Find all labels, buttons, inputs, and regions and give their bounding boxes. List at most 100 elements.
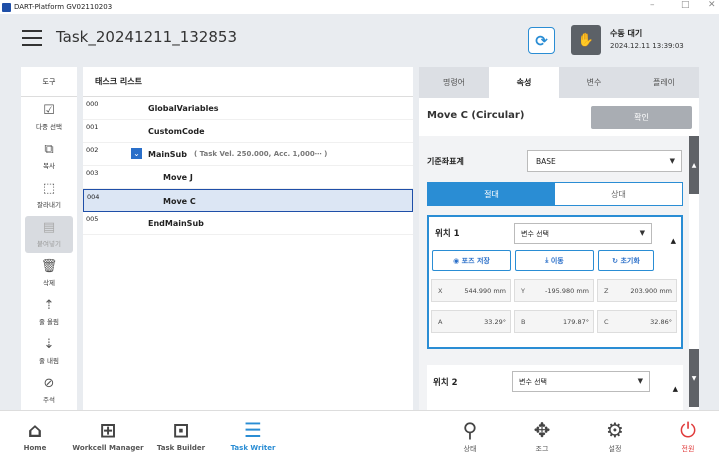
comment-icon: ⊘ [43, 376, 55, 391]
tool-move-up[interactable]: ⇡ 줄 올림 [25, 294, 73, 331]
position-2-card: 위치 2 변수 선택 ▼ ▲ [427, 365, 683, 410]
coord-z-field[interactable]: Z 203.900 mm [597, 279, 677, 302]
workcell-icon: ⊞ [99, 418, 117, 442]
coord-value: 203.900 mm [630, 287, 672, 295]
nav-home[interactable]: ⌂ Home [18, 416, 52, 452]
tab-play[interactable]: 플레이 [629, 67, 699, 98]
tools-panel: 도구 ☑ 다중 선택 ⧉ 복사 ⬚ 잘라내기 ▤ 붙여넣기 🗑 삭제 ⇡ 줄 올림 ⇣ 줄 내… [21, 67, 77, 410]
position-2-variable-select[interactable]: 변수 선택 ▼ [512, 371, 650, 392]
nav-label: 조그 [535, 445, 549, 453]
task-row-mainsub[interactable]: 002 ⌄ MainSub ( Task Vel. 250.000, Acc. … [83, 143, 413, 166]
dropdown-caret-icon: ▼ [639, 229, 645, 237]
coord-c-field[interactable]: C 32.86° [597, 310, 677, 333]
task-row-globalvariables[interactable]: 000 GlobalVariables [83, 97, 413, 120]
hamburger-menu-icon[interactable] [22, 30, 42, 46]
move-label: 이동 [550, 256, 564, 265]
tab-variables[interactable]: 변수 [559, 67, 629, 98]
relative-toggle[interactable]: 상대 [555, 183, 682, 205]
move-button[interactable]: ⤓ 이동 [515, 250, 594, 271]
properties-scrollbar[interactable]: ▲ ▼ [689, 136, 699, 410]
tab-commands[interactable]: 명령어 [419, 67, 489, 98]
variable-select-value: 변수 선택 [519, 377, 547, 386]
tool-delete[interactable]: 🗑 삭제 [25, 255, 73, 292]
coord-key: Z [604, 287, 609, 295]
tool-copy[interactable]: ⧉ 복사 [25, 138, 73, 175]
tool-label: 주석 [43, 396, 55, 404]
tool-label: 삭제 [43, 279, 55, 287]
nav-workcell-manager[interactable]: ⊞ Workcell Manager [70, 416, 146, 452]
coord-value: 32.86° [650, 318, 672, 326]
paste-icon: ▤ [42, 220, 56, 235]
task-row-endmainsub[interactable]: 005 EndMainSub [83, 212, 413, 235]
task-row-label: CustomCode [148, 127, 205, 136]
nav-label: Home [23, 444, 47, 452]
collapse-up-icon[interactable]: ▲ [671, 237, 676, 245]
frame-select[interactable]: BASE ▼ [527, 150, 682, 172]
refresh-button[interactable]: ⟳ [528, 27, 555, 54]
cut-icon: ⬚ [42, 181, 56, 196]
maximize-button[interactable]: □ [681, 0, 690, 10]
settings-icon: ⚙ [606, 418, 624, 442]
power-icon: ⏻ [680, 418, 696, 442]
scroll-up-button[interactable]: ▲ [689, 136, 699, 194]
coordinate-mode-toggle: 절대 상대 [427, 182, 683, 206]
scroll-down-button[interactable]: ▼ [689, 349, 699, 407]
task-row-label: Move C [163, 197, 196, 206]
coord-value: 179.87° [563, 318, 589, 326]
coord-value: -195.980 mm [545, 287, 589, 295]
jog-icon: ✥ [533, 418, 551, 442]
task-row-label: EndMainSub [148, 219, 204, 228]
nav-label: 상태 [463, 445, 477, 453]
frame-label: 기준좌표계 [427, 157, 464, 166]
minimize-button[interactable]: – [650, 0, 655, 10]
coord-a-field[interactable]: A 33.29° [431, 310, 511, 333]
task-builder-icon: ⊡ [172, 418, 190, 442]
position-1-variable-select[interactable]: 변수 선택 ▼ [514, 223, 652, 244]
tool-paste[interactable]: ▤ 붙여넣기 [25, 216, 73, 253]
tool-move-down[interactable]: ⇣ 줄 내림 [25, 333, 73, 370]
coord-key: B [521, 318, 526, 326]
collapse-up-icon[interactable]: ▲ [673, 385, 678, 393]
tool-label: 줄 올림 [38, 318, 59, 326]
scroll-up-icon: ▲ [691, 161, 697, 169]
nav-label: Task Builder [156, 444, 206, 452]
save-pose-button[interactable]: ◉ 포즈 저장 [432, 250, 511, 271]
position-2-label: 위치 2 [433, 378, 458, 388]
coord-b-field[interactable]: B 179.87° [514, 310, 594, 333]
bottom-navigation: ⌂ Home ⊞ Workcell Manager ⊡ Task Builder ☰ T… [0, 410, 719, 462]
tab-properties[interactable]: 속성 [489, 67, 559, 98]
properties-content: 기준좌표계 BASE ▼ 절대 상대 위치 1 변수 선택 ▼ ▲ ◉ 포즈 저… [419, 136, 689, 410]
coord-key: Y [521, 287, 525, 295]
confirm-button[interactable]: 확인 [591, 106, 692, 129]
window-title: DART-Platform GV02110203 [14, 3, 113, 11]
tool-label: 잘라내기 [37, 201, 61, 209]
coord-x-field[interactable]: X 544.990 mm [431, 279, 511, 302]
line-number: 000 [86, 100, 99, 108]
task-row-movej[interactable]: 003 Move J [83, 166, 413, 189]
task-row-movec[interactable]: 004 Move C [83, 189, 413, 212]
coord-key: A [438, 318, 443, 326]
reset-button[interactable]: ↻ 초기화 [598, 250, 654, 271]
nav-label: 전원 [681, 445, 695, 453]
properties-panel: 명령어 속성 변수 플레이 Move C (Circular) 확인 기준좌표계… [419, 67, 699, 410]
status-label: 수동 대기 [610, 29, 643, 38]
variable-select-value: 변수 선택 [521, 229, 549, 238]
coord-y-field[interactable]: Y -195.980 mm [514, 279, 594, 302]
move-down-icon: ⇣ [43, 337, 55, 352]
close-button[interactable]: ✕ [708, 0, 716, 10]
nav-jog[interactable]: ✥ 조그 [525, 416, 559, 454]
task-row-customcode[interactable]: 001 CustomCode [83, 120, 413, 143]
nav-power[interactable]: ⏻ 전원 [671, 416, 705, 454]
tool-cut[interactable]: ⬚ 잘라내기 [25, 177, 73, 214]
coord-key: C [604, 318, 609, 326]
nav-settings[interactable]: ⚙ 설정 [598, 416, 632, 454]
robot-hand-icon: ✋ [577, 32, 595, 48]
nav-status[interactable]: ⚲ 상태 [453, 416, 487, 454]
nav-task-writer[interactable]: ☰ Task Writer [226, 416, 280, 452]
nav-task-builder[interactable]: ⊡ Task Builder [152, 416, 210, 452]
absolute-toggle[interactable]: 절대 [428, 183, 555, 205]
tool-comment[interactable]: ⊘ 주석 [25, 372, 73, 409]
tool-multi-select[interactable]: ☑ 다중 선택 [25, 99, 73, 136]
collapse-chevron-icon[interactable]: ⌄ [131, 148, 142, 159]
robot-status-button[interactable]: ✋ [571, 25, 601, 55]
